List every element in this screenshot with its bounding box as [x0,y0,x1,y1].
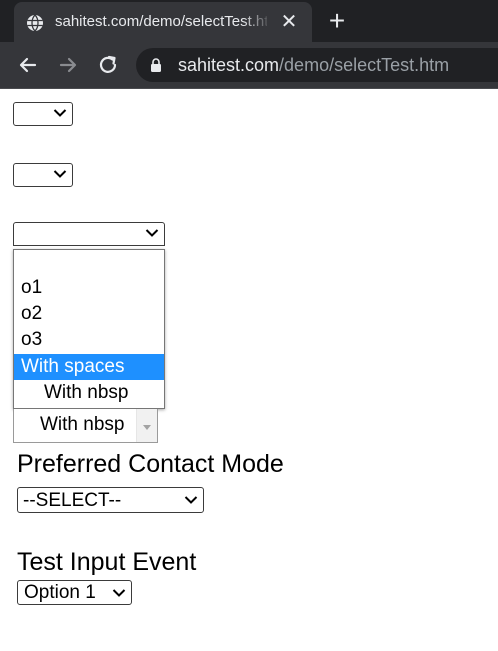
contact-mode-label: Preferred Contact Mode [17,450,284,478]
select-3-dropdown: o1 o2 o3 With spaces With nbsp [13,249,165,409]
globe-icon [27,14,43,32]
browser-toolbar: sahitest.com/demo/selectTest.htm [0,42,498,89]
chevron-down-icon [145,229,159,237]
option-o1[interactable]: o1 [14,275,164,301]
chevron-down-icon [112,589,126,597]
option-label: o3 [21,329,43,350]
option-label: o2 [21,303,43,324]
option-label: With nbsp [44,382,129,403]
lock-icon [151,58,161,72]
scroll-down-arrow-icon[interactable] [143,425,151,430]
chevron-down-icon [53,170,67,178]
input-event-value: Option 1 [24,582,96,603]
forward-arrow-icon[interactable] [55,52,81,78]
close-icon[interactable]: ✕ [278,11,300,33]
option-label: o1 [21,277,43,298]
address-bar[interactable]: sahitest.com/demo/selectTest.htm [136,48,498,82]
url-path: /demo/selectTest.htm [279,55,450,75]
option-o2[interactable]: o2 [14,301,164,327]
select-1[interactable] [13,102,73,126]
option-label: With spaces [21,356,125,377]
option-with-nbsp[interactable]: With nbsp [14,380,164,406]
listbox-select[interactable]: With nbsp [13,409,158,443]
listbox-scrollbar[interactable] [136,409,157,442]
reload-icon[interactable] [95,52,121,78]
option-o3[interactable]: o3 [14,327,164,353]
tab-title-fade [242,10,272,36]
input-event-label: Test Input Event [17,548,197,576]
back-arrow-icon[interactable] [15,52,41,78]
option-with-spaces[interactable]: With spaces [14,354,164,380]
tab-strip: sahitest.com/demo/selectTest.htm ✕ + [0,0,498,42]
browser-tab[interactable]: sahitest.com/demo/selectTest.htm ✕ [14,2,312,42]
plus-icon[interactable]: + [324,7,350,35]
select-2[interactable] [13,163,73,187]
url-text: sahitest.com/demo/selectTest.htm [178,55,449,76]
url-host: sahitest.com [178,55,280,75]
chevron-down-icon [53,109,67,117]
contact-mode-select[interactable]: --SELECT-- [17,487,204,513]
listbox-option[interactable]: With nbsp [40,414,124,436]
chevron-down-icon [184,496,198,504]
tab-title: sahitest.com/demo/selectTest.htm [55,13,267,30]
contact-mode-value: --SELECT-- [23,490,122,511]
select-3[interactable] [13,222,165,246]
input-event-select[interactable]: Option 1 [17,580,132,605]
